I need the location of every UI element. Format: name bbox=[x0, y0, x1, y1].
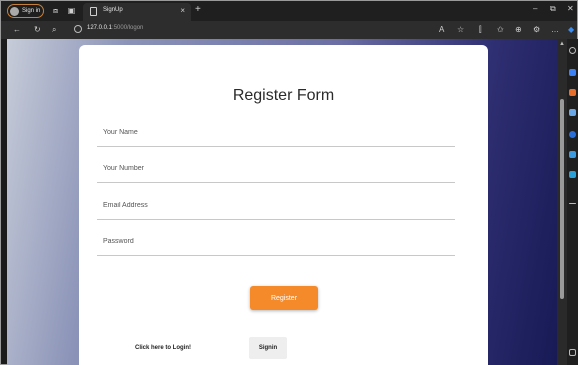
sidebar-divider bbox=[569, 203, 576, 204]
favorites-icon[interactable]: ✩ bbox=[497, 24, 504, 36]
sidebar-outlook-icon[interactable] bbox=[569, 151, 576, 158]
favorite-star-icon[interactable]: ☆ bbox=[457, 24, 464, 36]
avatar bbox=[10, 6, 19, 16]
address-toolbar: ← ↻ ⌕ 127.0.0.1:5000/logon A ☆ ⫿ ✩ ⊕ ⚙ …… bbox=[1, 21, 577, 39]
tab-title: SignUp bbox=[103, 7, 123, 13]
tab-signup[interactable]: SignUp × bbox=[83, 3, 191, 21]
register-card: Register Form Register Click here to Log… bbox=[79, 45, 488, 365]
read-aloud-icon[interactable]: A bbox=[439, 24, 444, 36]
split-screen-icon[interactable]: ⫿ bbox=[479, 24, 482, 36]
email-input[interactable] bbox=[103, 202, 443, 209]
name-field bbox=[97, 125, 455, 147]
number-field bbox=[97, 161, 455, 183]
sidebar-office-icon[interactable] bbox=[569, 131, 576, 138]
scroll-thumb[interactable] bbox=[560, 99, 564, 299]
restore-icon[interactable]: ⧉ bbox=[550, 4, 556, 14]
login-prompt: Click here to Login! bbox=[135, 345, 192, 351]
register-button[interactable]: Register bbox=[250, 286, 318, 310]
edge-sidebar bbox=[567, 39, 578, 365]
sidebar-games-icon[interactable] bbox=[569, 109, 576, 116]
tab-close-icon[interactable]: × bbox=[180, 6, 185, 15]
back-icon[interactable]: ← bbox=[13, 24, 21, 36]
profile-label: Sign in bbox=[22, 8, 41, 14]
profile-button[interactable]: Sign in bbox=[7, 4, 44, 18]
refresh-icon[interactable]: ↻ bbox=[34, 24, 41, 36]
new-tab-icon[interactable]: + bbox=[195, 4, 201, 15]
more-menu-icon[interactable]: … bbox=[551, 24, 559, 36]
page-viewport: Register Form Register Click here to Log… bbox=[7, 39, 557, 365]
search-icon[interactable]: ⌕ bbox=[52, 24, 56, 36]
browser-window: Sign in ⧈ ▣ SignUp × + – ⧉ ✕ ← ↻ ⌕ 127.0… bbox=[0, 0, 578, 365]
close-window-icon[interactable]: ✕ bbox=[567, 4, 574, 13]
email-field bbox=[97, 198, 455, 220]
extensions-icon[interactable]: ⚙ bbox=[533, 24, 540, 36]
sidebar-search-icon[interactable] bbox=[569, 47, 576, 54]
sidebar-settings-icon[interactable] bbox=[569, 349, 576, 356]
password-field bbox=[97, 234, 455, 256]
sidebar-shopping-icon[interactable] bbox=[569, 69, 576, 76]
sidebar-tools-icon[interactable] bbox=[569, 89, 576, 96]
workspaces-icon[interactable]: ⧈ bbox=[51, 6, 60, 15]
scroll-up-icon[interactable]: ▲ bbox=[559, 41, 565, 47]
copilot-icon[interactable]: ◆ bbox=[568, 24, 574, 36]
tab-strip: Sign in ⧈ ▣ SignUp × + – ⧉ ✕ bbox=[1, 1, 577, 21]
number-input[interactable] bbox=[103, 165, 443, 172]
signin-button[interactable]: Signin bbox=[249, 337, 287, 359]
sidebar-telegram-icon[interactable] bbox=[569, 171, 576, 178]
url-host: 127.0.0.1 bbox=[87, 25, 113, 31]
url-field[interactable]: 127.0.0.1:5000/logon bbox=[87, 25, 143, 31]
collections-icon[interactable]: ⊕ bbox=[515, 24, 522, 36]
url-path: :5000/logon bbox=[112, 25, 144, 31]
site-info-icon[interactable] bbox=[74, 25, 82, 33]
page-title: Register Form bbox=[232, 87, 335, 104]
name-input[interactable] bbox=[103, 129, 443, 136]
page-scrollbar[interactable]: ▲ bbox=[557, 39, 567, 365]
password-input[interactable] bbox=[103, 238, 443, 245]
tab-actions-icon[interactable]: ▣ bbox=[67, 6, 76, 15]
minimize-icon[interactable]: – bbox=[533, 4, 537, 13]
page-icon bbox=[90, 7, 97, 16]
